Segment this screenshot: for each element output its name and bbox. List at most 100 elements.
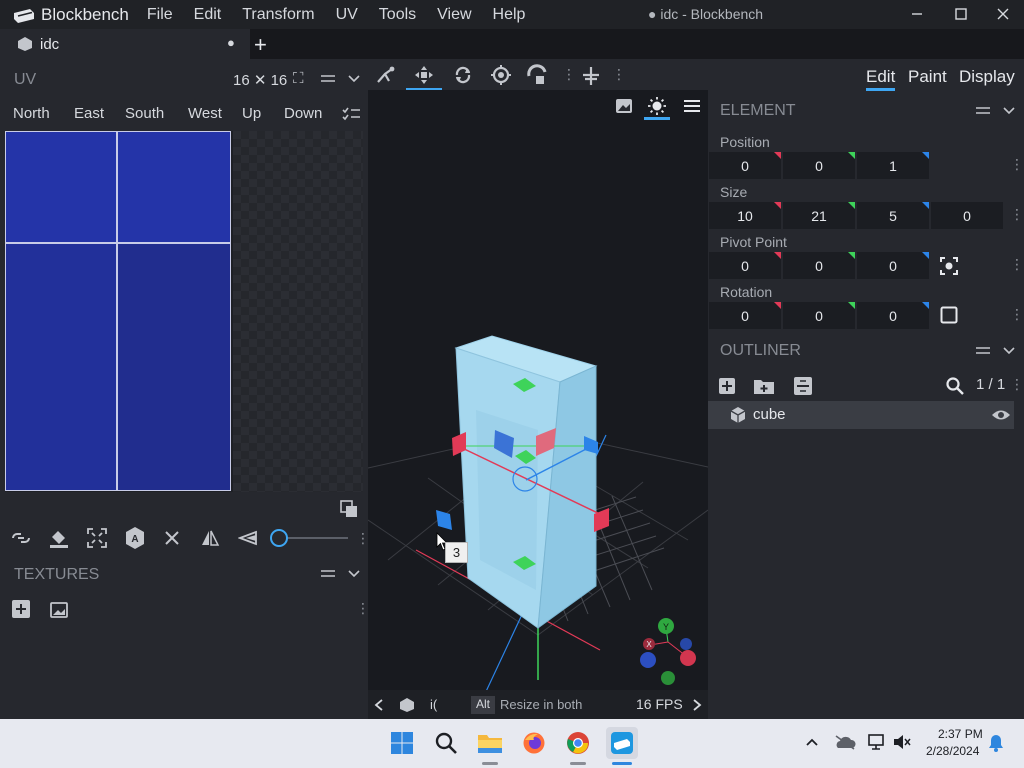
rotation-y-input[interactable]: 0 [783, 302, 855, 329]
panel-menu-icon[interactable] [975, 345, 991, 357]
import-texture-icon[interactable] [11, 599, 31, 619]
more-icon[interactable]: ⋮ [562, 66, 576, 83]
clock-time[interactable]: 2:37 PM [938, 727, 983, 741]
center-origin-icon[interactable] [580, 65, 602, 87]
uv-face-south[interactable] [6, 244, 118, 490]
rotate-uv-icon[interactable] [238, 530, 258, 546]
lighting-toggle[interactable] [644, 94, 670, 120]
uv-face-north[interactable] [6, 132, 118, 244]
more-icon[interactable]: ⋮ [1010, 376, 1024, 393]
face-tab-north[interactable]: North [13, 105, 50, 122]
menu-view[interactable]: View [437, 6, 471, 24]
move-tool-button[interactable] [406, 61, 442, 91]
more-icon[interactable]: ⋮ [612, 66, 626, 83]
add-group-icon[interactable] [753, 377, 775, 395]
face-tab-down[interactable]: Down [284, 105, 322, 122]
face-tab-east[interactable]: East [74, 105, 104, 122]
chevron-down-icon[interactable] [1002, 346, 1016, 356]
fullscreen-icon[interactable]: ⛶ [293, 70, 304, 87]
clock-date[interactable]: 2/28/2024 [926, 744, 979, 758]
taskbar-chrome[interactable] [562, 727, 594, 759]
network-icon[interactable] [867, 734, 887, 750]
chevron-down-icon[interactable] [1002, 106, 1016, 116]
menu-uv[interactable]: UV [336, 6, 358, 24]
panel-menu-icon[interactable] [320, 568, 336, 580]
uv-size-label[interactable]: 16 ✕ 16 [233, 71, 287, 89]
create-texture-icon[interactable] [50, 600, 68, 618]
mode-tab-edit[interactable]: Edit [866, 67, 896, 91]
uv-face-east[interactable] [118, 132, 230, 244]
more-icon[interactable]: ⋮ [1010, 156, 1024, 173]
checkbox-icon[interactable] [940, 306, 958, 324]
minimize-button[interactable] [902, 3, 932, 25]
rotation-x-input[interactable]: 0 [709, 302, 781, 329]
auto-uv-icon[interactable]: A [124, 526, 146, 550]
start-button[interactable] [386, 727, 418, 759]
mode-tab-paint[interactable]: Paint [908, 67, 947, 87]
pivot-x-input[interactable]: 0 [709, 252, 781, 279]
add-cube-icon[interactable] [718, 377, 736, 395]
more-icon[interactable]: ⋮ [1010, 256, 1024, 273]
new-tab-button[interactable]: + [254, 32, 267, 58]
position-z-input[interactable]: 1 [857, 152, 929, 179]
maximize-uv-icon[interactable] [86, 527, 108, 549]
tab-idc[interactable]: idc ● [0, 29, 250, 59]
panel-menu-icon[interactable] [320, 73, 336, 85]
onedrive-offline-icon[interactable] [834, 734, 856, 750]
size-y-input[interactable]: 21 [783, 202, 855, 229]
taskbar-firefox[interactable] [518, 727, 550, 759]
more-icon[interactable]: ⋮ [1010, 206, 1024, 223]
pivot-y-input[interactable]: 0 [783, 252, 855, 279]
image-icon[interactable] [615, 98, 633, 114]
eye-icon[interactable] [991, 408, 1011, 422]
face-tab-south[interactable]: South [125, 105, 164, 122]
taskbar-search-button[interactable] [430, 727, 462, 759]
close-button[interactable] [988, 3, 1018, 25]
uv-face-west[interactable] [118, 244, 230, 490]
scene-canvas[interactable]: Y X [368, 90, 708, 719]
unsaved-dot-icon[interactable]: ● [227, 35, 235, 50]
menu-transform[interactable]: Transform [242, 6, 314, 24]
position-x-input[interactable]: 0 [709, 152, 781, 179]
face-tab-west[interactable]: West [188, 105, 222, 122]
face-tab-up[interactable]: Up [242, 105, 261, 122]
menu-edit[interactable]: Edit [194, 6, 222, 24]
center-pivot-icon[interactable] [939, 256, 959, 276]
rotation-z-input[interactable]: 0 [857, 302, 929, 329]
select-all-faces-icon[interactable] [341, 106, 361, 122]
rotate-icon[interactable] [453, 65, 473, 85]
more-icon[interactable]: ⋮ [1010, 306, 1024, 323]
size-x-input[interactable]: 10 [709, 202, 781, 229]
uv-editor[interactable] [5, 131, 363, 492]
resize-tool-icon[interactable] [526, 64, 550, 86]
taskbar-file-explorer[interactable] [474, 727, 506, 759]
chevron-down-icon[interactable] [347, 74, 361, 84]
uv-rotation-slider[interactable] [270, 529, 350, 547]
menu-tools[interactable]: Tools [379, 6, 416, 24]
collapse-groups-icon[interactable] [793, 376, 813, 396]
chevron-left-icon[interactable] [374, 699, 384, 711]
uv-texture-area[interactable] [5, 131, 231, 491]
viewport-menu-icon[interactable] [683, 99, 701, 113]
chevron-down-icon[interactable] [347, 569, 361, 579]
pivot-z-input[interactable]: 0 [857, 252, 929, 279]
link-icon[interactable] [9, 528, 33, 548]
fill-bucket-icon[interactable] [48, 527, 70, 549]
notification-bell-icon[interactable] [988, 734, 1004, 752]
vertex-snap-icon[interactable] [375, 65, 397, 85]
volume-muted-icon[interactable] [893, 734, 911, 750]
chevron-right-icon[interactable] [692, 699, 702, 711]
chevron-up-icon[interactable] [805, 737, 819, 747]
menu-file[interactable]: File [147, 6, 173, 24]
mirror-icon[interactable] [200, 528, 220, 548]
panel-menu-icon[interactable] [975, 105, 991, 117]
pivot-tool-icon[interactable] [490, 64, 512, 86]
3d-viewport[interactable]: Y X 3 [368, 90, 708, 719]
clear-icon[interactable] [164, 530, 180, 546]
outliner-item-cube[interactable]: cube [708, 401, 1014, 429]
slider-handle[interactable] [270, 529, 288, 547]
taskbar-blockbench[interactable] [606, 727, 638, 759]
mode-tab-display[interactable]: Display [959, 67, 1015, 87]
search-icon[interactable] [945, 376, 965, 396]
menu-help[interactable]: Help [493, 6, 526, 24]
